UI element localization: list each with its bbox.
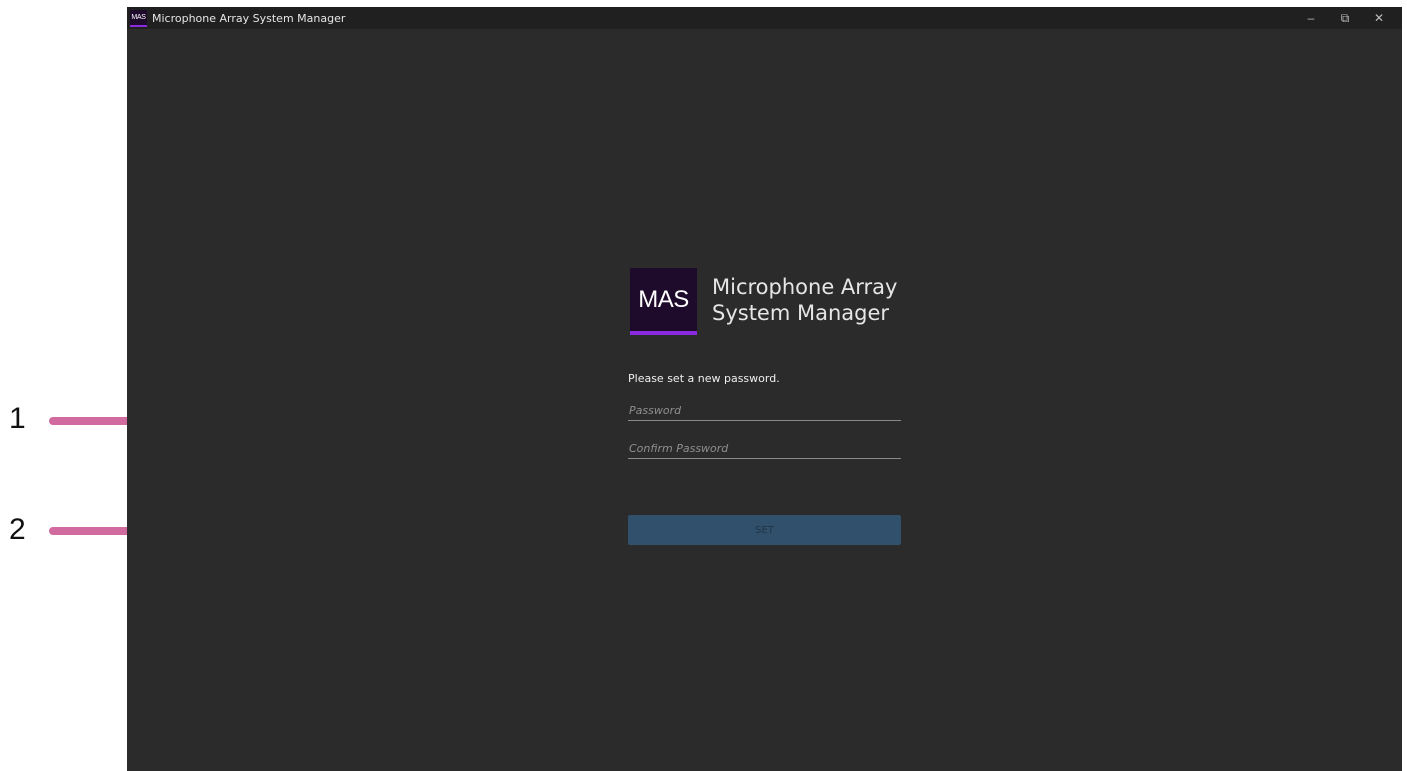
window-controls: – ⧉ ✕: [1294, 7, 1396, 29]
set-button[interactable]: SET: [628, 515, 901, 545]
brand-header: MAS Microphone Array System Manager: [630, 268, 897, 335]
confirm-password-input[interactable]: [628, 439, 901, 459]
password-input[interactable]: [628, 401, 901, 421]
close-button[interactable]: ✕: [1362, 7, 1396, 29]
app-name: Microphone Array System Manager: [712, 274, 897, 326]
window-title: Microphone Array System Manager: [152, 11, 346, 25]
password-prompt: Please set a new password.: [628, 372, 780, 385]
minimize-button[interactable]: –: [1294, 7, 1328, 29]
app-name-line-2: System Manager: [712, 301, 890, 325]
callout-number-1: 1: [9, 402, 26, 435]
mas-logo: MAS: [630, 268, 697, 335]
app-logo-icon: MAS: [130, 9, 147, 27]
app-window: MAS Microphone Array System Manager – ⧉ …: [127, 7, 1402, 771]
restore-button[interactable]: ⧉: [1328, 7, 1362, 29]
app-name-line-1: Microphone Array: [712, 275, 898, 299]
callout-number-2: 2: [9, 513, 26, 546]
title-bar: MAS Microphone Array System Manager – ⧉ …: [127, 7, 1402, 29]
